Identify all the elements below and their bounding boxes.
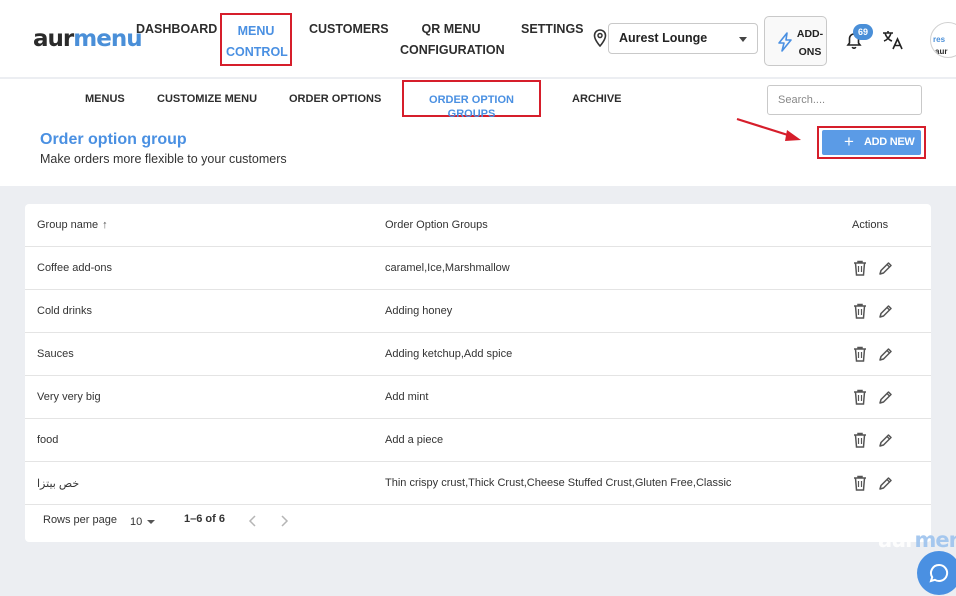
cell-order-option-groups: Add a piece xyxy=(385,434,444,446)
cell-group-name: خص بيتزا xyxy=(37,478,80,490)
pencil-icon[interactable] xyxy=(878,390,893,405)
search-input[interactable] xyxy=(767,85,922,115)
page-subtitle: Make orders more flexible to your custom… xyxy=(40,152,287,166)
sub-navigation: MENUS CUSTOMIZE MENU ORDER OPTIONS ORDER… xyxy=(0,79,956,186)
table-row: خص بيتزا Thin crispy crust,Thick Crust,C… xyxy=(25,462,931,505)
avatar-logo: aur res xyxy=(933,35,947,56)
subnav-order-option-groups[interactable]: ORDER OPTION GROUPS xyxy=(402,80,541,120)
cell-order-option-groups: Adding honey xyxy=(385,305,453,317)
header-actions: Actions xyxy=(852,219,889,231)
trash-icon[interactable] xyxy=(853,303,867,319)
nav-customers[interactable]: CUSTOMERS xyxy=(309,19,389,40)
pencil-icon[interactable] xyxy=(878,261,893,276)
trash-icon[interactable] xyxy=(853,346,867,362)
lightning-icon xyxy=(778,32,792,52)
avatar-text-dark: aur xyxy=(935,47,948,56)
rows-per-page-label: Rows per page xyxy=(43,514,117,526)
row-actions xyxy=(853,475,903,493)
trash-icon[interactable] xyxy=(853,260,867,276)
trash-icon[interactable] xyxy=(853,389,867,405)
avatar[interactable]: aur res xyxy=(930,22,956,58)
nav-qr-menu-configuration[interactable]: QR MENU CONFIGURATION xyxy=(400,19,505,61)
page-title: Order option group xyxy=(40,131,187,148)
subnav-order-options[interactable]: ORDER OPTIONS xyxy=(289,92,381,106)
avatar-text-blue: res xyxy=(933,35,946,44)
order-option-groups-table: Group name ↑ Order Option Groups Actions … xyxy=(25,204,931,542)
table-row: food Add a piece xyxy=(25,419,931,462)
annotation-arrow-icon xyxy=(736,117,801,141)
row-actions xyxy=(853,389,903,407)
trash-icon[interactable] xyxy=(853,475,867,491)
cell-group-name: Coffee add-ons xyxy=(37,262,113,274)
top-navbar: aurmenu DASHBOARD MENU CONTROL CUSTOMERS… xyxy=(0,0,956,78)
cell-order-option-groups: Add mint xyxy=(385,391,429,403)
row-actions xyxy=(853,346,903,364)
chat-button[interactable] xyxy=(917,551,956,595)
location-select[interactable]: Aurest Lounge xyxy=(608,23,758,54)
sort-ascending-icon[interactable]: ↑ xyxy=(102,219,108,231)
header-order-option-groups: Order Option Groups xyxy=(385,219,488,231)
pencil-icon[interactable] xyxy=(878,433,893,448)
subnav-menus[interactable]: MENUS xyxy=(85,92,125,106)
logo-text-dark: aur xyxy=(33,26,74,52)
header-group-name[interactable]: Group name ↑ xyxy=(37,219,108,231)
table-row: Sauces Adding ketchup,Add spice xyxy=(25,333,931,376)
watermark-text-left: aur xyxy=(878,528,915,552)
plus-icon: + xyxy=(844,132,854,151)
add-new-label: ADD NEW xyxy=(864,136,915,148)
table-header: Group name ↑ Order Option Groups Actions xyxy=(25,204,931,247)
cell-order-option-groups: Thin crispy crust,Thick Crust,Cheese Stu… xyxy=(385,477,732,489)
chevron-left-icon[interactable] xyxy=(248,514,258,528)
cell-group-name: Cold drinks xyxy=(37,305,93,317)
pencil-icon[interactable] xyxy=(878,304,893,319)
table-pagination: Rows per page 10 1–6 of 6 xyxy=(25,506,931,542)
add-ons-button[interactable]: ADD-ONS xyxy=(764,16,827,66)
trash-icon[interactable] xyxy=(853,432,867,448)
chevron-right-icon[interactable] xyxy=(279,514,289,528)
row-actions xyxy=(853,260,903,278)
row-actions xyxy=(853,303,903,321)
row-actions xyxy=(853,432,903,450)
nav-dashboard[interactable]: DASHBOARD xyxy=(136,19,217,40)
add-new-highlight: + ADD NEW xyxy=(817,126,926,159)
table-row: Very very big Add mint xyxy=(25,376,931,419)
chevron-down-icon xyxy=(147,520,156,525)
nav-menu-control[interactable]: MENU CONTROL xyxy=(220,13,292,66)
cell-order-option-groups: caramel,Ice,Marshmallow xyxy=(385,262,510,274)
aurmenu-logo[interactable]: aurmenu xyxy=(33,26,143,52)
cell-group-name: Sauces xyxy=(37,348,74,360)
table-row: Cold drinks Adding honey xyxy=(25,290,931,333)
header-group-name-label: Group name xyxy=(37,219,99,231)
logo-text-blue: menu xyxy=(73,26,142,52)
pencil-icon[interactable] xyxy=(878,347,893,362)
location-pin-icon xyxy=(593,29,607,47)
cell-group-name: Very very big xyxy=(37,391,101,403)
chevron-down-icon xyxy=(739,37,747,42)
watermark-text-right: menu xyxy=(914,528,956,552)
subnav-archive[interactable]: ARCHIVE xyxy=(572,92,622,106)
notification-count-badge: 69 xyxy=(853,24,873,40)
rows-per-page-value: 10 xyxy=(130,516,143,528)
translate-icon[interactable] xyxy=(880,28,904,52)
pagination-range: 1–6 of 6 xyxy=(184,513,225,525)
add-new-button[interactable]: + ADD NEW xyxy=(822,130,921,155)
cell-group-name: food xyxy=(37,434,59,446)
subnav-customize-menu[interactable]: CUSTOMIZE MENU xyxy=(157,92,257,106)
add-ons-label: ADD-ONS xyxy=(796,28,824,58)
aurmenu-watermark: aurmenu xyxy=(878,528,956,552)
pencil-icon[interactable] xyxy=(878,476,893,491)
location-value: Aurest Lounge xyxy=(619,31,708,45)
rows-per-page-select[interactable]: 10 xyxy=(130,516,156,528)
cell-order-option-groups: Adding ketchup,Add spice xyxy=(385,348,513,360)
chat-bubble-icon xyxy=(929,563,949,583)
table-row: Coffee add-ons caramel,Ice,Marshmallow xyxy=(25,247,931,290)
nav-settings[interactable]: SETTINGS xyxy=(521,19,584,40)
